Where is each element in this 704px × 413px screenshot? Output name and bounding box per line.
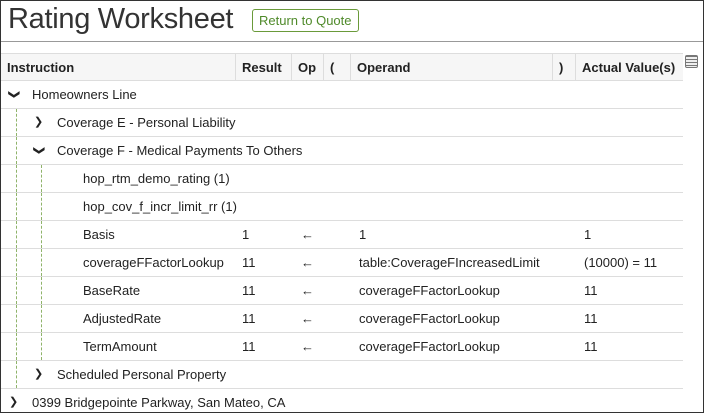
table-grid-icon[interactable] [685, 55, 698, 68]
page-title: Rating Worksheet [8, 3, 234, 35]
table-row[interactable]: ❯ Homeowners Line [1, 81, 683, 109]
result-value: 11 [242, 339, 256, 354]
rating-worksheet: Rating Worksheet Return to Quote Instruc… [0, 0, 704, 413]
instruction-label: hop_cov_f_incr_limit_rr (1) [83, 199, 237, 214]
actual-value: 1 [584, 227, 592, 242]
tree-line [41, 193, 42, 220]
operand-value: 1 [359, 227, 367, 242]
tree-line [41, 165, 42, 192]
tree-line [16, 109, 17, 136]
actual-value: 11 [584, 283, 598, 298]
column-header[interactable]: Operand [351, 54, 553, 81]
op-arrow: ← [301, 283, 314, 298]
tree-line [16, 193, 17, 220]
table-row[interactable]: TermAmount 11 ← coverageFFactorLookup 11 [1, 333, 683, 361]
op-arrow: ← [301, 311, 314, 326]
table-row[interactable]: ❯ Coverage E - Personal Liability [1, 109, 683, 137]
column-header[interactable]: Actual Value(s) [576, 54, 683, 81]
tree-line [41, 277, 42, 304]
chevron-down-icon[interactable]: ❯ [8, 81, 20, 108]
instruction-label: TermAmount [83, 339, 157, 354]
chevron-right-icon[interactable]: ❯ [34, 361, 43, 388]
tree-line [41, 249, 42, 276]
table-row[interactable]: AdjustedRate 11 ← coverageFFactorLookup 11 [1, 305, 683, 333]
table-row[interactable]: BaseRate 11 ← coverageFFactorLookup 11 [1, 277, 683, 305]
actual-value: 11 [584, 339, 598, 354]
op-arrow: ← [301, 255, 314, 270]
return-to-quote-button[interactable]: Return to Quote [252, 9, 359, 32]
table-row[interactable]: coverageFFactorLookup 11 ← table:CoverageFI… [1, 249, 683, 277]
instruction-label: Homeowners Line [32, 87, 137, 102]
column-header[interactable]: Op [292, 54, 324, 81]
tree-line [16, 277, 17, 304]
tree-line [41, 221, 42, 248]
tree-line [16, 249, 17, 276]
column-header[interactable]: ( [324, 54, 351, 81]
chevron-down-icon[interactable]: ❯ [33, 137, 45, 164]
instruction-label: Scheduled Personal Property [57, 367, 227, 382]
table-header: Instruction Result Op(Operand) Actual Value… [1, 53, 683, 81]
op-arrow: ← [301, 339, 314, 354]
column-header[interactable]: Result [236, 54, 292, 81]
tree-line [41, 333, 42, 360]
instruction-label: hop_rtm_demo_rating (1) [83, 171, 230, 186]
tree-line [16, 137, 17, 164]
result-value: 11 [242, 311, 256, 326]
table-row[interactable]: ❯ 0399 Bridgepointe Parkway, San Mateo, C… [1, 389, 683, 412]
instruction-label: AdjustedRate [83, 311, 162, 326]
result-value: 11 [242, 283, 256, 298]
column-header[interactable]: Instruction [1, 54, 236, 81]
operand-value: table:CoverageFIncreasedLimit [359, 255, 540, 270]
instruction-label: BaseRate [83, 283, 141, 298]
tree-line [16, 221, 17, 248]
operand-value: coverageFFactorLookup [359, 339, 500, 354]
operand-value: coverageFFactorLookup [359, 283, 500, 298]
tree-line [16, 361, 17, 388]
instruction-label: coverageFFactorLookup [83, 255, 224, 270]
chevron-right-icon[interactable]: ❯ [34, 109, 43, 136]
column-header[interactable]: ) [553, 54, 576, 81]
result-value: 11 [242, 255, 256, 270]
actual-value: 11 [584, 311, 598, 326]
actual-value: (10000) = 11 [584, 255, 658, 270]
worksheet-table: Instruction Result Op(Operand) Actual Value… [1, 53, 683, 412]
tree-line [16, 165, 17, 192]
table-row[interactable]: ❯ Scheduled Personal Property [1, 361, 683, 389]
chevron-right-icon[interactable]: ❯ [9, 389, 18, 412]
instruction-label: Coverage E - Personal Liability [57, 115, 236, 130]
result-value: 1 [242, 227, 250, 242]
table-row[interactable]: Basis 1 ← 1 1 [1, 221, 683, 249]
table-row[interactable]: ❯ Coverage F - Medical Payments To Others [1, 137, 683, 165]
tree-line [16, 305, 17, 332]
table-row[interactable]: hop_rtm_demo_rating (1) [1, 165, 683, 193]
table-row[interactable]: hop_cov_f_incr_limit_rr (1) [1, 193, 683, 221]
instruction-label: Basis [83, 227, 115, 242]
tree-line [41, 305, 42, 332]
divider [1, 41, 703, 42]
op-arrow: ← [301, 227, 314, 242]
tree-line [16, 333, 17, 360]
instruction-label: 0399 Bridgepointe Parkway, San Mateo, CA [32, 395, 286, 410]
operand-value: coverageFFactorLookup [359, 311, 500, 326]
instruction-label: Coverage F - Medical Payments To Others [57, 143, 303, 158]
